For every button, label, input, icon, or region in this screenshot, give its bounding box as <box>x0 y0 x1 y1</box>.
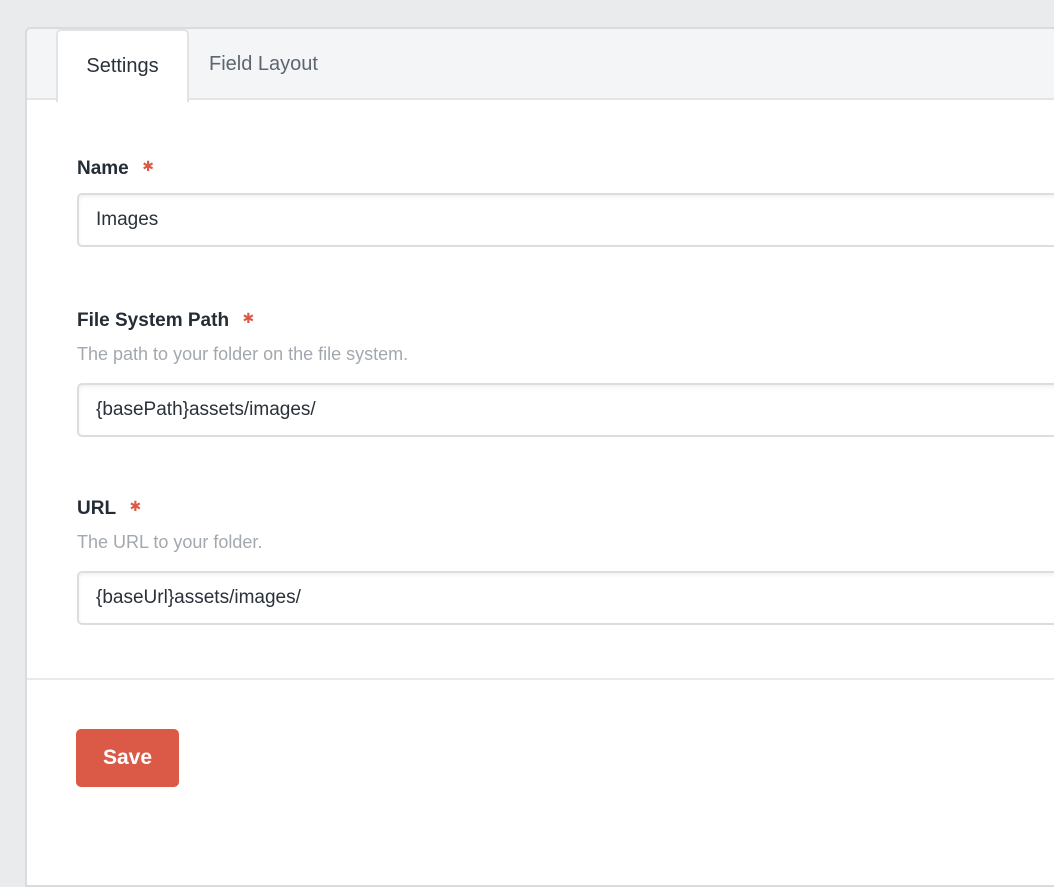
file-system-path-input[interactable] <box>77 383 1054 437</box>
form-footer: Save <box>27 680 1054 787</box>
required-icon: ✱ <box>130 495 142 518</box>
file-system-path-heading: File System Path ✱ <box>77 307 1054 330</box>
name-field: Name ✱ <box>77 155 1054 247</box>
file-system-path-hint: The path to your folder on the file syst… <box>77 343 1054 365</box>
required-icon: ✱ <box>142 155 154 178</box>
url-field: URL ✱ The URL to your folder. <box>77 495 1054 625</box>
url-field-heading: URL ✱ <box>77 495 1054 518</box>
required-icon: ✱ <box>243 307 255 330</box>
url-label: URL <box>77 498 116 519</box>
tab-settings[interactable]: Settings <box>56 29 189 102</box>
url-input[interactable] <box>77 571 1054 625</box>
url-hint: The URL to your folder. <box>77 531 1054 553</box>
file-system-path-field: File System Path ✱ The path to your fold… <box>77 307 1054 437</box>
tab-field-layout-label: Field Layout <box>209 53 318 76</box>
name-field-heading: Name ✱ <box>77 155 1054 178</box>
name-input[interactable] <box>77 193 1054 247</box>
settings-form: Name ✱ File System Path ✱ The path to yo… <box>27 100 1054 625</box>
spacer <box>77 437 1054 495</box>
file-system-path-label: File System Path <box>77 310 229 331</box>
save-button[interactable]: Save <box>76 729 179 787</box>
settings-pane: Settings Field Layout Name ✱ File System… <box>25 27 1054 887</box>
tab-bar: Settings Field Layout <box>27 29 1054 100</box>
tab-settings-label: Settings <box>86 55 158 78</box>
name-label: Name <box>77 158 129 179</box>
tab-field-layout[interactable]: Field Layout <box>189 29 338 100</box>
spacer <box>77 247 1054 307</box>
